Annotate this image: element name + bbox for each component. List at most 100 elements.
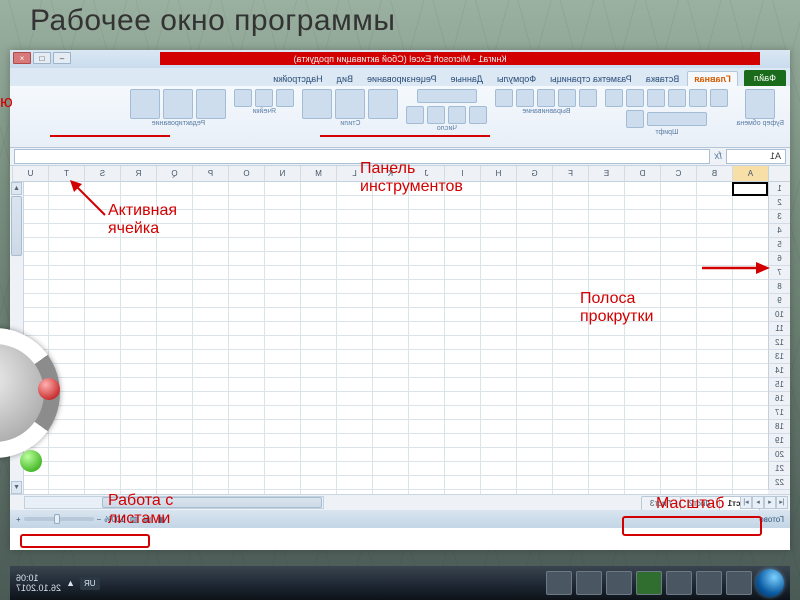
font-size-box[interactable]: [626, 110, 644, 128]
row-header[interactable]: 6: [768, 252, 790, 266]
zoom-out-button[interactable]: −: [97, 515, 102, 524]
find-select-icon[interactable]: [130, 89, 160, 119]
cond-format-icon[interactable]: [368, 89, 398, 119]
sheet-nav-last[interactable]: ▸|: [740, 496, 752, 509]
row-header[interactable]: 8: [768, 280, 790, 294]
zoom-in-button[interactable]: +: [16, 515, 21, 524]
row-header[interactable]: 12: [768, 336, 790, 350]
column-header[interactable]: Q: [156, 166, 192, 182]
table-style-icon[interactable]: [335, 89, 365, 119]
autosum-icon[interactable]: [196, 89, 226, 119]
ribbon-tab[interactable]: Главная: [687, 71, 738, 86]
column-header[interactable]: O: [228, 166, 264, 182]
start-button[interactable]: [756, 569, 784, 597]
ribbon-tab[interactable]: Данные: [444, 72, 489, 86]
row-header[interactable]: 17: [768, 406, 790, 420]
taskbar-app-icon[interactable]: [726, 571, 752, 595]
column-header[interactable]: R: [120, 166, 156, 182]
align-center-icon[interactable]: [558, 89, 576, 107]
taskbar-app-icon[interactable]: [666, 571, 692, 595]
sheet-nav-next[interactable]: ▸: [752, 496, 764, 509]
tray-icon[interactable]: ▲: [66, 578, 75, 588]
row-header[interactable]: 14: [768, 364, 790, 378]
column-header[interactable]: N: [264, 166, 300, 182]
percent-icon[interactable]: [448, 106, 466, 124]
row-header[interactable]: 2: [768, 196, 790, 210]
column-header[interactable]: E: [588, 166, 624, 182]
ribbon-tab[interactable]: Разметка страницы: [544, 72, 638, 86]
row-header[interactable]: 16: [768, 392, 790, 406]
row-header[interactable]: 20: [768, 448, 790, 462]
italic-icon[interactable]: [689, 89, 707, 107]
taskbar-app-icon[interactable]: [546, 571, 572, 595]
fill-color-icon[interactable]: [626, 89, 644, 107]
ribbon-tab[interactable]: Вставка: [640, 72, 685, 86]
ribbon-tab[interactable]: Надстройки: [267, 72, 328, 86]
language-indicator[interactable]: UR: [80, 577, 100, 590]
format-cells-icon[interactable]: [234, 89, 252, 107]
vscroll-thumb[interactable]: [11, 196, 22, 256]
column-header[interactable]: G: [516, 166, 552, 182]
number-format-box[interactable]: [417, 89, 477, 103]
align-left-icon[interactable]: [579, 89, 597, 107]
bold-icon[interactable]: [710, 89, 728, 107]
comma-icon[interactable]: [427, 106, 445, 124]
sheet-nav-first[interactable]: |◂: [776, 496, 788, 509]
minimize-button[interactable]: –: [53, 52, 71, 64]
row-header[interactable]: 4: [768, 224, 790, 238]
row-header[interactable]: 7: [768, 266, 790, 280]
taskbar-clock[interactable]: 10:06 26.10.2017: [16, 573, 61, 593]
column-header[interactable]: U: [12, 166, 48, 182]
row-header[interactable]: 22: [768, 476, 790, 490]
column-header[interactable]: B: [696, 166, 732, 182]
row-header[interactable]: 1: [768, 182, 790, 196]
maximize-button[interactable]: □: [33, 52, 51, 64]
close-button[interactable]: ×: [13, 52, 31, 64]
column-header[interactable]: M: [300, 166, 336, 182]
row-header[interactable]: 5: [768, 238, 790, 252]
row-header[interactable]: 13: [768, 350, 790, 364]
row-header[interactable]: 15: [768, 378, 790, 392]
currency-icon[interactable]: [469, 106, 487, 124]
taskbar-app-icon[interactable]: [636, 571, 662, 595]
inc-dec-icon[interactable]: [406, 106, 424, 124]
font-color-icon[interactable]: [605, 89, 623, 107]
zoom-slider[interactable]: [24, 517, 94, 521]
font-box[interactable]: [647, 112, 707, 126]
sort-filter-icon[interactable]: [163, 89, 193, 119]
row-header[interactable]: 18: [768, 420, 790, 434]
column-header[interactable]: P: [192, 166, 228, 182]
column-header[interactable]: F: [552, 166, 588, 182]
taskbar-app-icon[interactable]: [606, 571, 632, 595]
row-header[interactable]: 9: [768, 294, 790, 308]
file-tab[interactable]: Файл: [744, 70, 786, 86]
scroll-up-arrow[interactable]: ▲: [11, 182, 22, 195]
cell-style-icon[interactable]: [302, 89, 332, 119]
name-box[interactable]: A1: [726, 149, 786, 164]
column-header[interactable]: C: [660, 166, 696, 182]
wrap-text-icon[interactable]: [516, 89, 534, 107]
row-header[interactable]: 3: [768, 210, 790, 224]
taskbar-app-icon[interactable]: [696, 571, 722, 595]
merge-icon[interactable]: [495, 89, 513, 107]
delete-cells-icon[interactable]: [255, 89, 273, 107]
border-icon[interactable]: [647, 89, 665, 107]
paste-icon[interactable]: [745, 89, 775, 119]
row-header[interactable]: 21: [768, 462, 790, 476]
scroll-down-arrow[interactable]: ▼: [11, 481, 22, 494]
ribbon-tab[interactable]: Вид: [331, 72, 359, 86]
ribbon-tab[interactable]: Рецензирование: [361, 72, 443, 86]
sheet-nav-prev[interactable]: ◂: [764, 496, 776, 509]
underline-icon[interactable]: [668, 89, 686, 107]
fx-icon[interactable]: fx: [714, 151, 722, 162]
taskbar-app-icon[interactable]: [576, 571, 602, 595]
horizontal-scrollbar[interactable]: [24, 496, 324, 509]
column-header[interactable]: D: [624, 166, 660, 182]
ribbon-tab[interactable]: Формулы: [491, 72, 542, 86]
align-right-icon[interactable]: [537, 89, 555, 107]
column-header[interactable]: H: [480, 166, 516, 182]
column-header[interactable]: A: [732, 166, 768, 182]
row-header[interactable]: 10: [768, 308, 790, 322]
insert-cells-icon[interactable]: [276, 89, 294, 107]
active-cell[interactable]: [732, 182, 768, 196]
